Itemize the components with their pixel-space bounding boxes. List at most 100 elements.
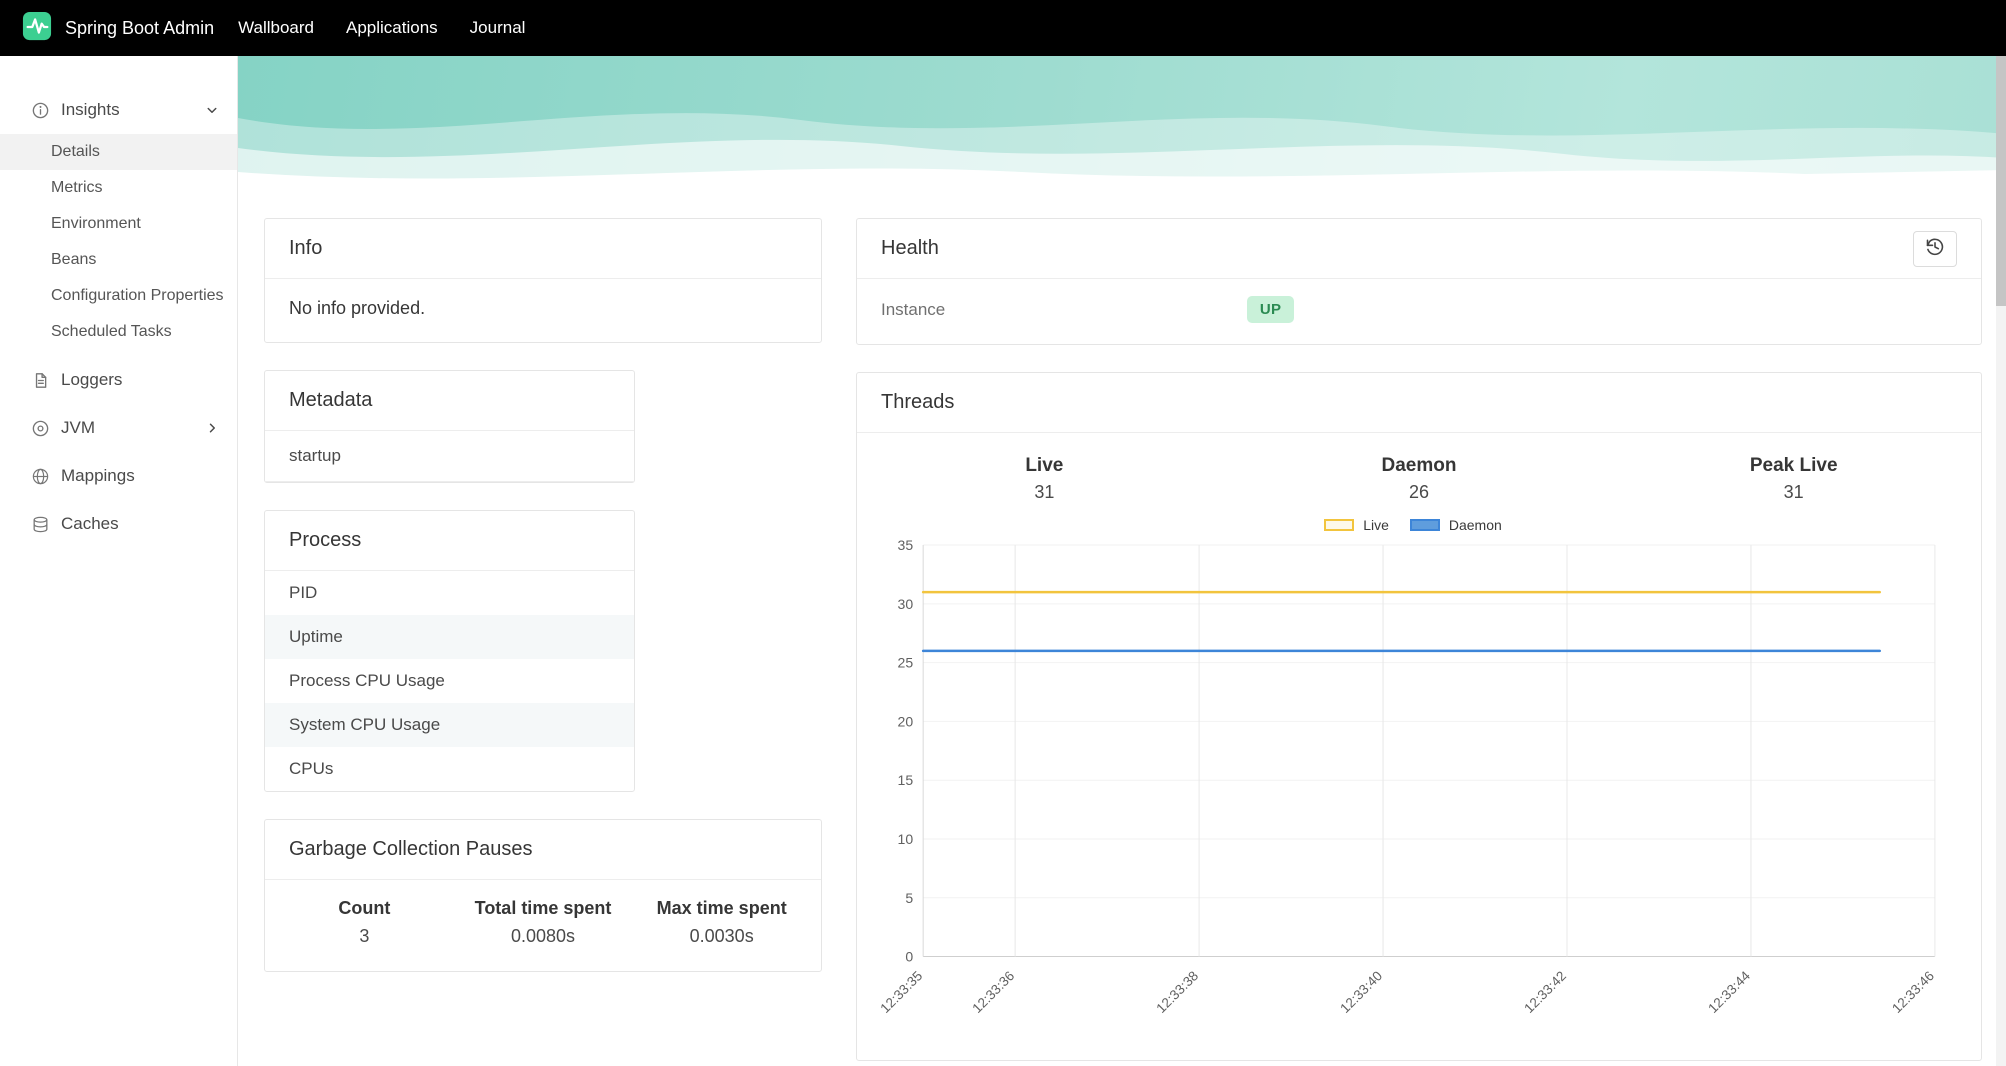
gc-pauses-card: Garbage Collection Pauses Count 3 Total … — [264, 819, 822, 972]
threads-chart: 0 5 10 15 20 25 30 35 12:33:35 12:33:36 12:33:38 12… — [857, 533, 1981, 1060]
svg-text:12:33:46: 12:33:46 — [1889, 968, 1937, 1016]
process-table: PID Uptime Process CPU Usage System CPU … — [265, 571, 634, 791]
gc-max-column: Max time spent 0.0030s — [632, 898, 811, 947]
sidebar-item-configuration-properties[interactable]: Configuration Properties — [0, 278, 237, 314]
stat-live: Live 31 — [857, 455, 1232, 503]
sidebar-item-jvm[interactable]: JVM — [0, 404, 237, 452]
info-card-body: No info provided. — [289, 298, 426, 318]
svg-text:0: 0 — [905, 949, 913, 965]
svg-text:12:33:35: 12:33:35 — [877, 968, 925, 1016]
scrollbar-thumb[interactable] — [1996, 56, 2006, 306]
process-row-process-cpu: Process CPU Usage — [289, 671, 445, 690]
sidebar-item-label: JVM — [61, 418, 95, 437]
gc-card-title: Garbage Collection Pauses — [289, 838, 533, 860]
stat-peak-live-value: 31 — [1783, 482, 1804, 502]
nav-wallboard[interactable]: Wallboard — [222, 18, 330, 38]
process-row-cpus: CPUs — [289, 759, 334, 778]
svg-text:15: 15 — [898, 772, 914, 788]
chevron-down-icon — [203, 101, 221, 119]
legend-label-daemon: Daemon — [1448, 517, 1502, 533]
process-row-pid: PID — [289, 583, 318, 602]
sidebar-item-details[interactable]: Details — [0, 134, 237, 170]
svg-text:30: 30 — [898, 596, 914, 612]
navbar-links: Wallboard Applications Journal — [222, 18, 541, 38]
globe-icon — [30, 466, 50, 486]
legend-swatch-daemon — [1409, 519, 1440, 531]
gc-table: Count 3 Total time spent 0.0080s Max tim… — [265, 880, 821, 971]
sidebar-item-label: Caches — [61, 514, 119, 533]
info-circle-icon — [30, 100, 50, 120]
health-card-title: Health — [881, 237, 939, 259]
gc-total-value: 0.0080s — [510, 926, 576, 946]
stat-live-label: Live — [1025, 455, 1064, 476]
info-card: Info No info provided. — [264, 218, 822, 343]
top-navbar: Spring Boot Admin Wallboard Applications… — [0, 0, 2006, 56]
sidebar-item-label: Loggers — [61, 370, 123, 389]
health-instance-row: Instance UP — [857, 279, 1981, 344]
gc-total-column: Total time spent 0.0080s — [454, 898, 633, 947]
scrollbar-track[interactable] — [1996, 56, 2006, 1066]
process-row-uptime: Uptime — [265, 615, 634, 659]
sidebar-item-label: Mappings — [61, 466, 135, 485]
sidebar-item-metrics[interactable]: Metrics — [0, 170, 237, 206]
sidebar-item-scheduled-tasks[interactable]: Scheduled Tasks — [0, 314, 237, 350]
instance-label: Instance — [881, 299, 946, 319]
sidebar-item-beans[interactable]: Beans — [0, 242, 237, 278]
database-icon — [30, 514, 50, 534]
sidebar-item-insights[interactable]: Insights — [0, 86, 237, 134]
stat-daemon-value: 26 — [1408, 482, 1430, 502]
svg-text:20: 20 — [898, 713, 914, 729]
info-card-title: Info — [289, 237, 323, 259]
health-card: Health Instance UP — [856, 218, 1982, 345]
nav-journal[interactable]: Journal — [454, 18, 542, 38]
process-row-system-cpu: System CPU Usage — [265, 703, 634, 747]
svg-text:12:33:42: 12:33:42 — [1521, 968, 1569, 1016]
svg-text:35: 35 — [898, 537, 914, 553]
legend-swatch-live — [1324, 519, 1355, 531]
svg-text:10: 10 — [898, 831, 914, 847]
svg-text:12:33:44: 12:33:44 — [1705, 968, 1753, 1016]
process-card-title: Process — [289, 529, 362, 551]
sidebar-item-environment[interactable]: Environment — [0, 206, 237, 242]
health-history-button[interactable] — [1913, 230, 1957, 267]
history-icon — [1925, 237, 1945, 260]
process-card: Process PID Uptime Process CPU Usage Sys… — [264, 510, 635, 792]
stat-peak-live-label: Peak Live — [1749, 455, 1838, 476]
gc-count-value: 3 — [359, 926, 370, 946]
sidebar-item-caches[interactable]: Caches — [0, 500, 237, 548]
main-area: Info No info provided. Metadata startup … — [238, 56, 2006, 1066]
stat-daemon: Daemon 26 — [1232, 455, 1607, 503]
brand-title: Spring Boot Admin — [65, 17, 215, 38]
gc-max-value: 0.0030s — [689, 926, 754, 946]
gc-max-header: Max time spent — [656, 898, 787, 918]
sidebar: Insights Details Metrics Environment Bea… — [0, 56, 238, 1066]
brand[interactable]: Spring Boot Admin — [22, 11, 214, 46]
sidebar-item-loggers[interactable]: Loggers — [0, 356, 237, 404]
threads-card-title: Threads — [881, 391, 955, 413]
metadata-card: Metadata startup — [264, 370, 635, 483]
status-badge: UP — [1246, 296, 1295, 323]
nav-applications[interactable]: Applications — [330, 18, 454, 38]
gc-count-header: Count — [338, 898, 391, 918]
svg-text:25: 25 — [898, 655, 914, 671]
stat-daemon-label: Daemon — [1381, 455, 1457, 476]
sidebar-item-label: Insights — [61, 100, 120, 119]
legend-label-live: Live — [1363, 517, 1389, 533]
chart-legend: Live Daemon — [857, 507, 1981, 533]
svg-text:12:33:38: 12:33:38 — [1153, 968, 1201, 1016]
chevron-right-icon — [203, 419, 221, 437]
svg-text:12:33:36: 12:33:36 — [969, 968, 1017, 1016]
metadata-row: startup — [265, 431, 634, 482]
header-wave-banner — [238, 56, 2006, 190]
threads-card: Threads Live 31 Daemon 26 Peak Live 31 L… — [856, 372, 1982, 1061]
disc-icon — [30, 418, 50, 438]
document-icon — [30, 370, 50, 390]
svg-text:12:33:40: 12:33:40 — [1337, 968, 1385, 1016]
threads-stats: Live 31 Daemon 26 Peak Live 31 — [857, 433, 1981, 507]
stat-live-value: 31 — [1034, 482, 1055, 502]
gc-total-header: Total time spent — [474, 898, 612, 918]
stat-peak-live: Peak Live 31 — [1606, 455, 1981, 503]
gc-count-column: Count 3 — [275, 898, 454, 947]
metadata-card-title: Metadata — [289, 389, 373, 411]
sidebar-item-mappings[interactable]: Mappings — [0, 452, 237, 500]
